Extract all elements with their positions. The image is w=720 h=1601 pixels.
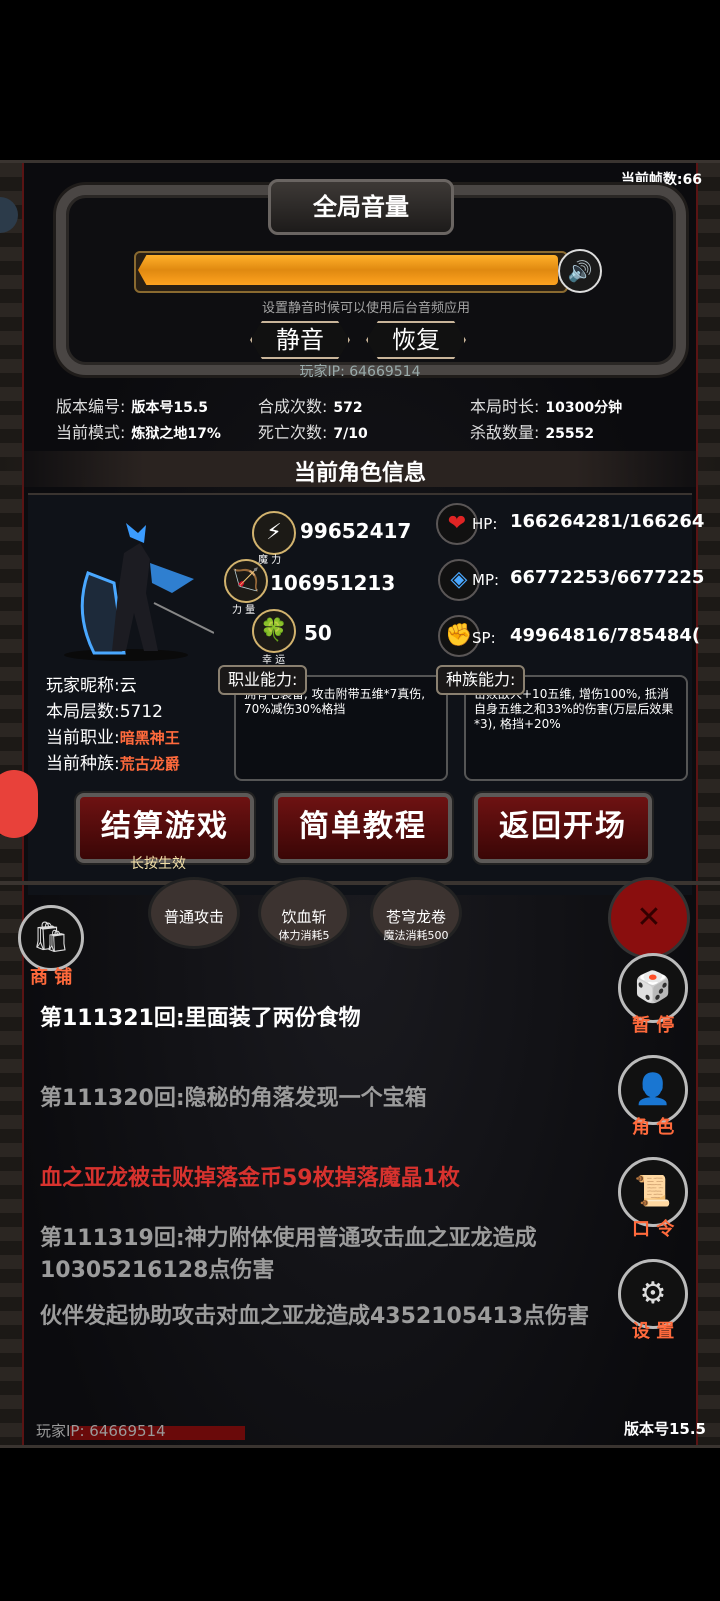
skill-name: 饮血斩 xyxy=(281,908,327,926)
skill-normal-attack[interactable]: 普通攻击 xyxy=(148,877,240,949)
code-label: 口 令 xyxy=(632,1219,675,1240)
pause-label: 暂 停 xyxy=(632,1015,675,1036)
role-label: 角 色 xyxy=(632,1117,675,1138)
power-label: 力 量 xyxy=(232,605,256,616)
speaker-icon[interactable]: 🔊 xyxy=(558,249,602,293)
hp-label: HP: xyxy=(472,515,498,533)
magic-value: 99652417 xyxy=(300,519,412,543)
floating-user-button[interactable] xyxy=(0,770,38,838)
mp-label: MP: xyxy=(472,571,500,589)
character-section-title: 当前角色信息 xyxy=(293,461,426,486)
settings-label: 设 置 xyxy=(632,1321,675,1342)
race-ability-tag: 种族能力: xyxy=(436,665,526,695)
synth-label: 合成次数: xyxy=(258,397,328,416)
luck-value: 50 xyxy=(304,621,332,645)
duration-label: 本局时长: xyxy=(470,397,540,416)
job-label: 当前职业: xyxy=(46,728,120,748)
duration-stat: 本局时长: 10300分钟 xyxy=(470,393,622,417)
mode-label: 当前模式: xyxy=(56,423,126,442)
job-value: 暗黑神王 xyxy=(119,729,180,747)
luck-clover-icon: 🍀 xyxy=(252,609,296,653)
kills-label: 杀敌数量: xyxy=(470,423,540,442)
player-info: 玩家昵称:云 本局层数:5712 当前职业:暗黑神王 当前种族:荒古龙爵 xyxy=(46,673,180,777)
close-icon[interactable]: ✕ xyxy=(608,877,690,959)
volume-hint: 设置静音时候可以使用后台音频应用 xyxy=(261,301,470,316)
magic-label: 魔 力 xyxy=(258,555,282,566)
skill-blood-slash[interactable]: 饮血斩 体力消耗5 xyxy=(258,877,350,949)
right-frame-border xyxy=(696,163,720,1445)
version-value: 版本号15.5 xyxy=(131,400,208,416)
volume-slider-fill[interactable] xyxy=(138,255,558,285)
luck-label: 幸 运 xyxy=(262,655,286,666)
shop-button[interactable]: 🛍 xyxy=(18,905,84,971)
sp-value: 49964816/785484( xyxy=(510,625,701,646)
version-stat: 版本编号: 版本号15.5 xyxy=(56,393,208,417)
knight-avatar-icon xyxy=(64,523,214,661)
duration-value: 10300分钟 xyxy=(545,400,623,416)
power-value: 106951213 xyxy=(270,571,396,595)
skill-cost: 体力消耗5 xyxy=(278,929,330,942)
mode-value: 炼狱之地17% xyxy=(131,426,221,442)
back-to-start-button[interactable]: 返回开场 xyxy=(474,793,652,863)
shop-label: 商 铺 xyxy=(30,967,73,988)
mute-button[interactable]: 静音 xyxy=(250,321,350,359)
kills-stat: 杀敌数量: 25552 xyxy=(470,419,594,443)
death-value: 7/10 xyxy=(333,426,368,442)
restore-button[interactable]: 恢复 xyxy=(366,321,466,359)
race-value: 荒古龙爵 xyxy=(119,755,180,773)
power-icon: 🏹 xyxy=(224,559,268,603)
job-row: 当前职业:暗黑神王 xyxy=(46,725,180,751)
player-ip: 玩家IP: 64669514 xyxy=(299,364,421,380)
sp-label: SP: xyxy=(472,629,496,647)
nickname: 玩家昵称:云 xyxy=(46,676,137,696)
log-entry-4: 第111319回:神力附体使用普通攻击血之亚龙造成10305216128点伤害 xyxy=(40,1226,537,1283)
race-label: 当前种族: xyxy=(46,754,120,774)
death-label: 死亡次数: xyxy=(258,423,328,442)
log-entry-3: 血之亚龙被击败掉落金币59枚掉落魔晶1枚 xyxy=(40,1166,460,1191)
skill-sky-tornado[interactable]: 苍穹龙卷 魔法消耗500 xyxy=(370,877,462,949)
skill-name: 普通攻击 xyxy=(163,908,224,926)
settle-hint: 长按生效 xyxy=(130,856,186,872)
skill-name: 苍穹龙卷 xyxy=(385,908,446,926)
death-stat: 死亡次数: 7/10 xyxy=(258,419,368,443)
race-row: 当前种族:荒古龙爵 xyxy=(46,751,180,777)
footer-player-ip: 玩家IP: 64669514 xyxy=(36,1422,166,1440)
section-divider xyxy=(0,881,720,885)
synth-value: 572 xyxy=(333,400,363,416)
version-label: 版本编号: xyxy=(56,397,126,416)
kills-value: 25552 xyxy=(545,426,595,442)
hp-value: 166264281/166264 xyxy=(510,511,705,532)
job-ability-tag: 职业能力: xyxy=(218,665,308,695)
mode-stat: 当前模式: 炼狱之地17% xyxy=(56,419,221,443)
log-entry-2: 第111320回:隐秘的角落发现一个宝箱 xyxy=(40,1086,427,1111)
skill-cost: 魔法消耗500 xyxy=(383,929,449,942)
tutorial-button[interactable]: 简单教程 xyxy=(274,793,452,863)
log-entry-1: 第111321回:里面装了两份食物 xyxy=(40,1006,361,1031)
log-entry-5: 伙伴发起协助攻击对血之亚龙造成4352105413点伤害 xyxy=(40,1304,590,1329)
synth-stat: 合成次数: 572 xyxy=(258,393,363,417)
magic-icon: ⚡ xyxy=(252,511,296,555)
floor-count: 本局层数:5712 xyxy=(46,702,163,722)
mp-value: 66772253/6677225 xyxy=(510,567,705,588)
game-screen: 当前帧数:66 全局音量 🔊 设置静音时候可以使用后台音频应用 静音 恢复 玩家… xyxy=(0,160,720,1448)
footer-version: 版本号15.5 xyxy=(623,1420,706,1438)
volume-title: 全局音量 xyxy=(313,193,409,221)
